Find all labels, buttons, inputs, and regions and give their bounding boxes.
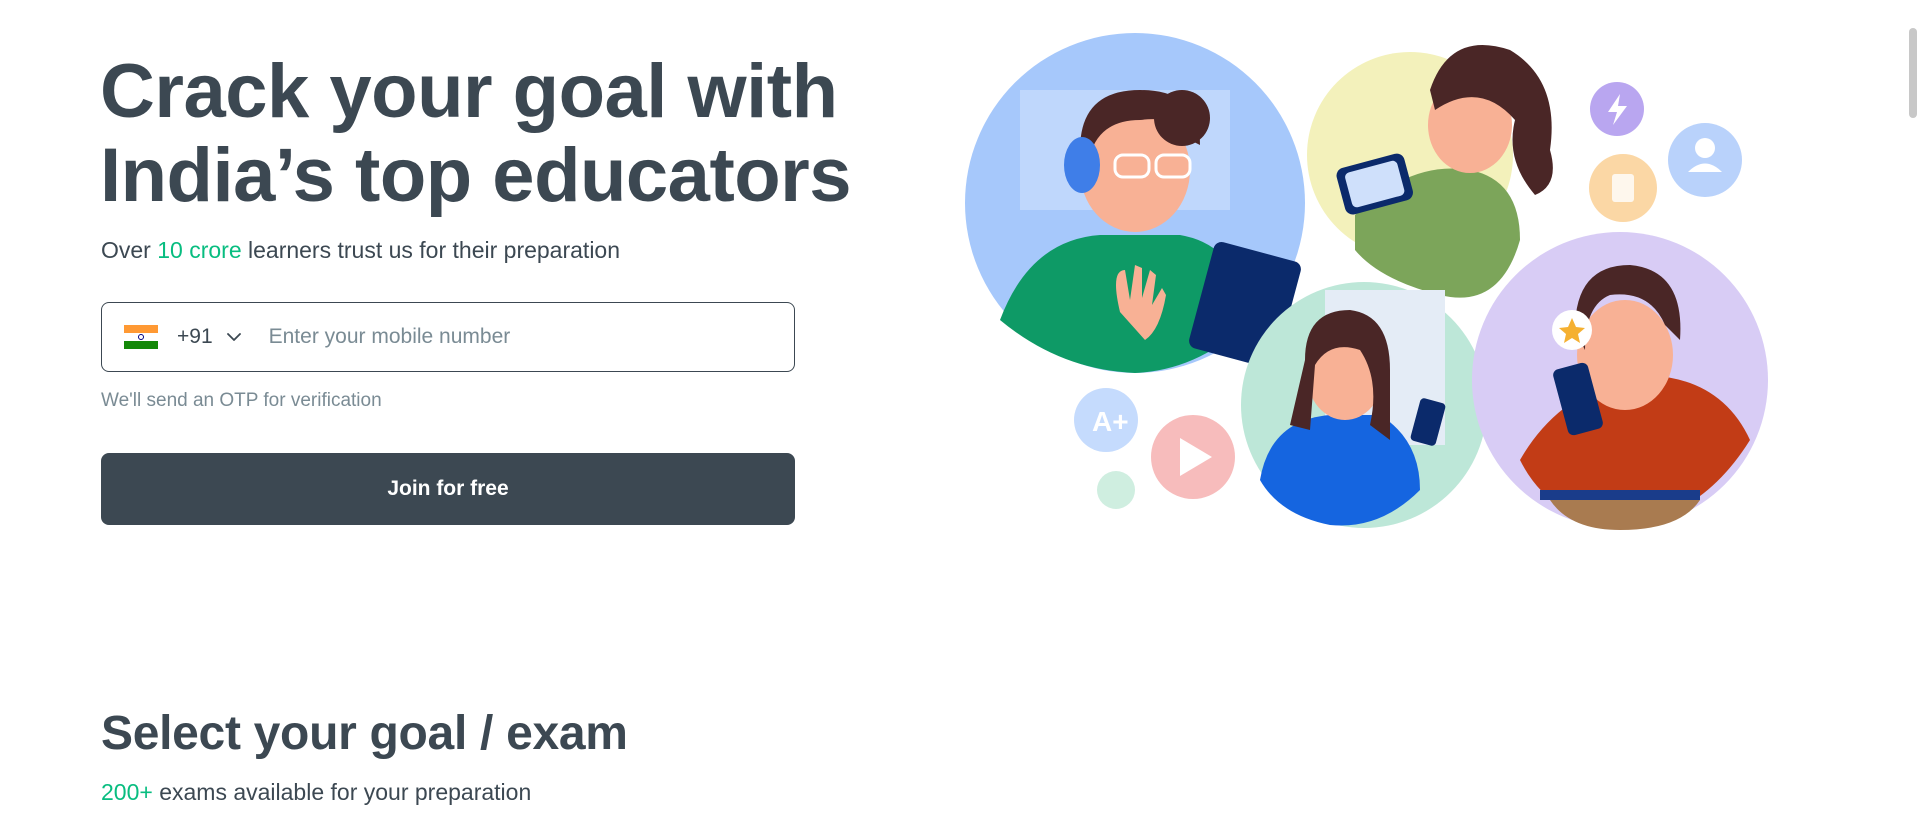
hero-subtitle-prefix: Over — [101, 237, 158, 263]
hero-title-line-1: Crack your goal with — [100, 49, 838, 134]
learner-reading-phone-illustration — [1472, 232, 1768, 530]
otp-note: We'll send an OTP for verification — [101, 390, 382, 411]
phone-number-field: +91 — [101, 302, 795, 372]
goal-section-subtitle-suffix: exams available for your preparation — [152, 779, 532, 805]
exam-count: 200+ — [101, 779, 153, 805]
learner-with-phone-illustration — [1241, 282, 1487, 528]
learners-illustration: A+ — [965, 33, 1768, 530]
learner-with-tablet-illustration — [1307, 45, 1553, 298]
country-code: +91 — [177, 325, 213, 348]
join-for-free-button[interactable]: Join for free — [101, 453, 795, 525]
goal-section-title: Select your goal / exam — [101, 707, 628, 760]
country-code-selector[interactable]: +91 — [102, 303, 241, 371]
hero-title-line-2: India’s top educators — [100, 133, 852, 218]
india-flag-icon — [124, 325, 158, 349]
chevron-down-icon — [226, 330, 241, 344]
svg-text:A+: A+ — [1092, 406, 1129, 437]
learner-count: 10 crore — [157, 237, 242, 263]
hero-subtitle-suffix: learners trust us for their preparation — [241, 237, 621, 263]
mobile-number-input[interactable] — [266, 306, 794, 368]
goal-section-subtitle: 200+ exams available for your preparatio… — [101, 779, 531, 806]
page-scrollbar[interactable] — [1909, 28, 1917, 118]
learner-with-headphones-illustration — [965, 33, 1305, 373]
hero-title: Crack your goal with India’s top educato… — [100, 49, 852, 218]
hero-subtitle: Over 10 crore learners trust us for thei… — [101, 234, 620, 266]
user-profile-icon — [1668, 123, 1742, 197]
